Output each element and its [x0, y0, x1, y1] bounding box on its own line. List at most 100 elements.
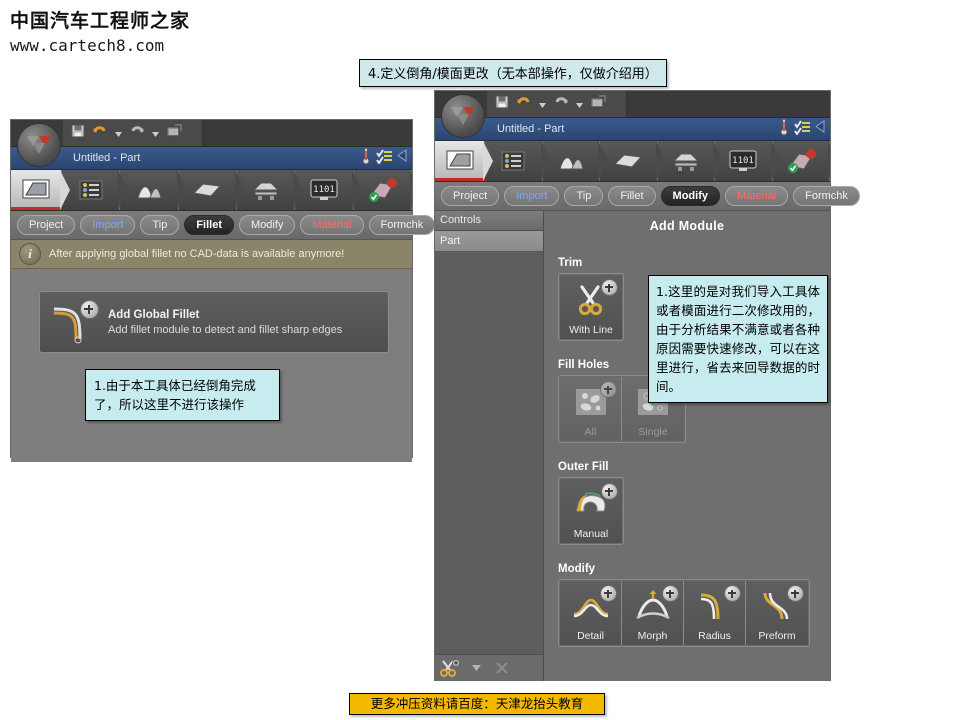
add-plus-icon[interactable]	[80, 300, 99, 319]
left-window-title: Untitled - Part	[73, 152, 141, 164]
undo-dropdown-icon[interactable]	[539, 95, 546, 113]
ribbon-blank-icon[interactable]	[178, 170, 246, 210]
slide-title-banner: 4.定义倒角/模面更改（无本部操作，仅做介绍用）	[359, 59, 667, 87]
checklist-icon[interactable]	[794, 119, 811, 140]
tab-formchk[interactable]: Formchk	[793, 186, 860, 206]
tab-material[interactable]: Material	[725, 186, 789, 206]
svg-text:1101: 1101	[313, 185, 335, 195]
add-global-fillet-title: Add Global Fillet	[108, 308, 200, 321]
redo-dropdown-icon[interactable]	[152, 124, 159, 142]
button-label: Single	[638, 426, 668, 438]
svg-text:1101: 1101	[732, 156, 754, 166]
left-app-logo-icon[interactable]	[17, 123, 61, 167]
tab-modify[interactable]: Modify	[660, 186, 720, 206]
info-message: After applying global fillet no CAD-data…	[49, 248, 345, 260]
left-window-body: Add Global Fillet Add fillet module to d…	[11, 269, 412, 462]
button-label: Morph	[637, 630, 668, 642]
redo-icon[interactable]	[553, 95, 569, 113]
left-title-icon-group	[360, 147, 408, 169]
right-window-title: Untitled - Part	[497, 123, 565, 135]
info-icon: i	[19, 243, 41, 265]
tab-fillet[interactable]: Fillet	[608, 186, 656, 206]
add-plus-icon[interactable]	[787, 585, 804, 602]
right-quick-access-toolbar[interactable]	[487, 91, 627, 117]
tab-import[interactable]: Import	[504, 186, 560, 206]
right-tab-bar[interactable]: Project Import Tip Fillet Modify Materia…	[435, 182, 860, 211]
undo-icon[interactable]	[92, 124, 108, 142]
checklist-icon[interactable]	[376, 148, 393, 169]
trim-button-group: With Line	[558, 273, 624, 341]
dropdown-arrow-icon[interactable]	[465, 658, 487, 678]
ribbon-tools-icon[interactable]	[542, 141, 609, 181]
add-plus-icon[interactable]	[600, 381, 617, 398]
collapse-panel-icon[interactable]	[815, 120, 826, 138]
site-logo-chinese: 中国汽车工程师之家	[10, 10, 191, 32]
ribbon-results-icon[interactable]	[772, 141, 830, 181]
add-plus-icon[interactable]	[600, 585, 617, 602]
sidebar-item-part[interactable]: Part	[435, 231, 543, 252]
button-fill-all[interactable]: All	[560, 377, 622, 441]
ribbon-process-icon[interactable]	[485, 141, 552, 181]
left-quick-access-toolbar[interactable]	[63, 120, 203, 146]
add-global-fillet-card[interactable]: Add Global Fillet Add fillet module to d…	[39, 291, 389, 353]
undo-icon[interactable]	[516, 95, 532, 113]
trim-add-icon[interactable]	[439, 658, 461, 678]
tab-project[interactable]: Project	[441, 186, 500, 206]
ribbon-press-icon[interactable]	[657, 141, 724, 181]
right-app-logo-icon[interactable]	[441, 94, 485, 138]
tab-fillet[interactable]: Fillet	[184, 215, 234, 235]
button-with-line[interactable]: With Line	[560, 275, 622, 339]
open-folder-icon[interactable]	[590, 94, 606, 114]
ribbon-process-icon[interactable]	[61, 170, 129, 210]
undo-dropdown-icon[interactable]	[115, 124, 122, 142]
tab-tip[interactable]: Tip	[140, 215, 180, 235]
ribbon-press-icon[interactable]	[236, 170, 304, 210]
add-plus-icon[interactable]	[601, 483, 618, 500]
left-ribbon: 1101	[11, 170, 412, 211]
button-manual[interactable]: Manual	[560, 479, 622, 543]
section-label-trim: Trim	[558, 257, 583, 269]
add-plus-icon[interactable]	[662, 585, 679, 602]
ribbon-blank-icon[interactable]	[600, 141, 667, 181]
tab-material[interactable]: Material	[300, 215, 364, 235]
button-label: Preform	[758, 630, 796, 642]
open-folder-icon[interactable]	[166, 123, 182, 143]
right-ribbon: 1101	[435, 141, 830, 182]
tab-project[interactable]: Project	[17, 215, 76, 235]
button-preform[interactable]: Preform	[746, 581, 808, 645]
save-icon[interactable]	[71, 124, 85, 143]
button-detail[interactable]: Detail	[560, 581, 622, 645]
sidebar-header-controls: Controls	[435, 211, 543, 231]
add-plus-icon[interactable]	[724, 585, 741, 602]
collapse-panel-icon[interactable]	[397, 149, 408, 167]
button-label: With Line	[569, 324, 613, 336]
ribbon-part-icon[interactable]	[435, 141, 494, 181]
tab-modify[interactable]: Modify	[238, 215, 296, 235]
redo-icon[interactable]	[129, 124, 145, 142]
right-title-bar: Untitled - Part	[435, 118, 830, 141]
ribbon-monitor-1101-icon[interactable]: 1101	[295, 170, 363, 210]
site-header: 中国汽车工程师之家 www.cartech8.com	[10, 6, 190, 55]
thermometer-icon[interactable]	[360, 147, 372, 170]
tab-import[interactable]: Import	[80, 215, 136, 235]
tab-tip[interactable]: Tip	[564, 186, 604, 206]
tab-formchk[interactable]: Formchk	[368, 215, 436, 235]
button-label: Radius	[698, 630, 731, 642]
thermometer-icon[interactable]	[778, 118, 790, 141]
button-morph[interactable]: Morph	[622, 581, 684, 645]
section-label-modify: Modify	[558, 563, 596, 575]
delete-icon[interactable]	[491, 658, 513, 678]
button-radius[interactable]: Radius	[684, 581, 746, 645]
button-label: Manual	[573, 528, 609, 540]
sidebar-empty-area	[435, 252, 543, 654]
add-plus-icon[interactable]	[601, 279, 618, 296]
bottom-promo-banner: 更多冲压资料请百度：天津龙抬头教育	[349, 693, 605, 715]
ribbon-part-icon[interactable]	[11, 170, 70, 210]
left-tab-bar[interactable]: Project Import Tip Fillet Modify Materia…	[11, 211, 436, 240]
ribbon-results-icon[interactable]	[353, 170, 412, 210]
ribbon-tools-icon[interactable]	[120, 170, 188, 210]
redo-dropdown-icon[interactable]	[576, 95, 583, 113]
save-icon[interactable]	[495, 95, 509, 114]
add-global-fillet-subtitle: Add fillet module to detect and fillet s…	[108, 323, 343, 336]
ribbon-monitor-1101-icon[interactable]: 1101	[715, 141, 782, 181]
